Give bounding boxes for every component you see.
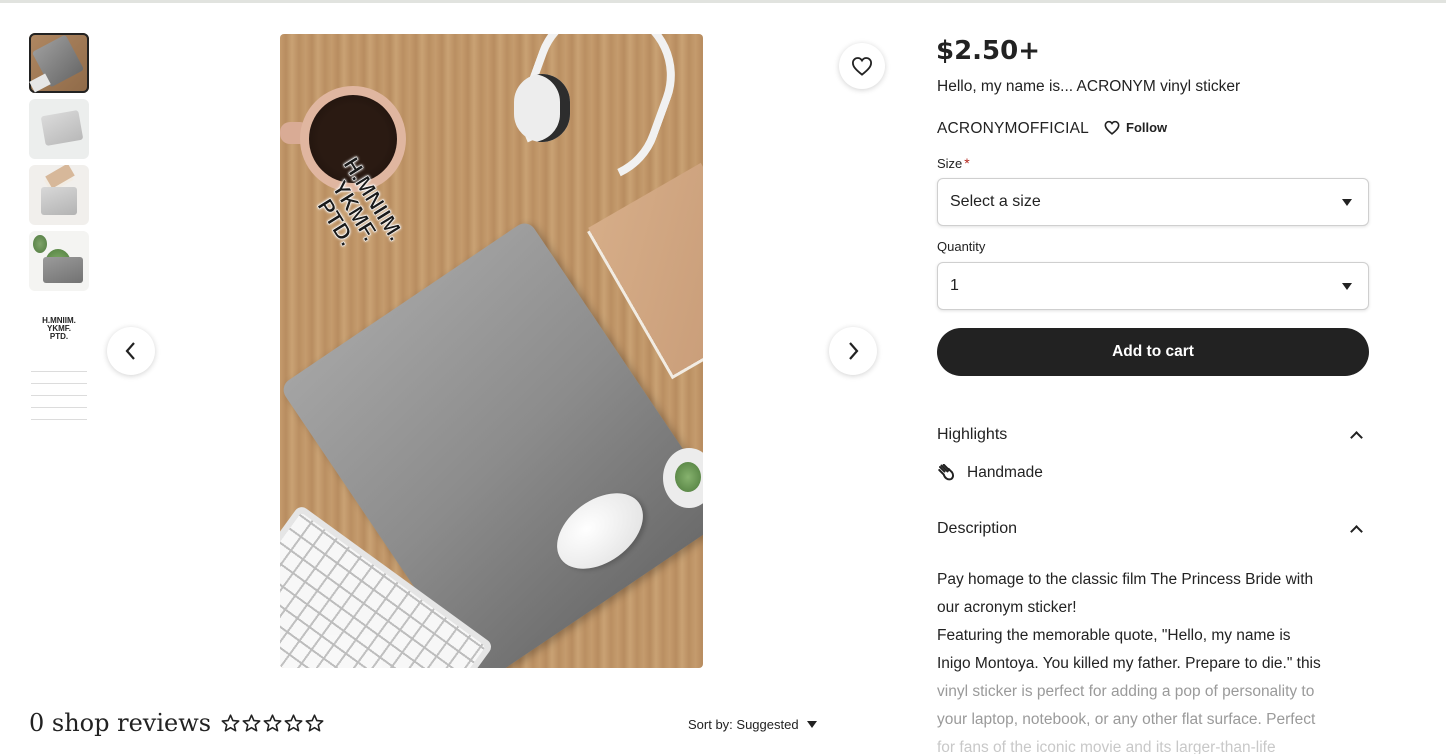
chevron-right-icon: [849, 342, 859, 360]
next-image-button[interactable]: [829, 327, 877, 375]
follow-label: Follow: [1126, 120, 1168, 135]
heart-icon: [851, 57, 873, 76]
description-line: our acronym sticker!: [937, 599, 1077, 616]
thumbnail-4[interactable]: [29, 231, 89, 291]
description-heading: Description: [937, 520, 1018, 537]
required-marker: *: [964, 155, 970, 171]
thumbnail-1[interactable]: [29, 33, 89, 93]
description-line: Featuring the memorable quote, "Hello, m…: [937, 627, 1291, 644]
add-to-cart-button[interactable]: Add to cart: [937, 328, 1369, 376]
top-divider: [0, 0, 1446, 3]
description-line: vinyl sticker is perfect for adding a po…: [937, 683, 1315, 700]
star-icon: [305, 714, 324, 732]
chevron-up-icon: [1350, 431, 1363, 444]
heart-icon: [1104, 120, 1120, 135]
favorite-button[interactable]: [839, 43, 885, 89]
star-icon: [263, 714, 282, 732]
highlight-item-handmade: Handmade: [937, 464, 1043, 482]
quantity-select-value: 1: [950, 277, 959, 294]
highlights-toggle[interactable]: Highlights: [937, 426, 1369, 444]
quantity-label: Quantity: [937, 239, 986, 254]
thumbnail-5[interactable]: H.MNIIM. YKMF. PTD.: [29, 297, 89, 357]
size-select[interactable]: Select a size: [937, 178, 1369, 226]
reviews-title: 0 shop reviews: [29, 709, 212, 737]
product-price: $2.50+: [936, 36, 1041, 66]
description-text: Pay homage to the classic film The Princ…: [937, 566, 1377, 754]
description-line: Inigo Montoya. You killed my father. Pre…: [937, 655, 1321, 672]
caret-down-icon: [1342, 199, 1352, 206]
size-select-value: Select a size: [950, 193, 1041, 210]
description-line: Pay homage to the classic film The Princ…: [937, 571, 1314, 588]
star-icon: [284, 714, 303, 732]
hand-icon: [938, 464, 955, 481]
previous-image-button[interactable]: [107, 327, 155, 375]
highlights-heading: Highlights: [937, 426, 1008, 443]
star-icon: [221, 714, 240, 732]
product-title: Hello, my name is... ACRONYM vinyl stick…: [937, 78, 1241, 95]
chevron-left-icon: [125, 342, 135, 360]
description-toggle[interactable]: Description: [937, 520, 1369, 538]
star-icon: [242, 714, 261, 732]
description-line: your laptop, notebook, or any other flat…: [937, 711, 1316, 728]
sort-dropdown[interactable]: Sort by: Suggested: [688, 717, 817, 732]
thumbnail-2[interactable]: [29, 99, 89, 159]
shop-name-link[interactable]: ACRONYMOFFICIAL: [937, 120, 1089, 138]
follow-shop-button[interactable]: Follow: [1104, 120, 1167, 135]
caret-down-icon: [806, 721, 817, 728]
handmade-label: Handmade: [967, 464, 1043, 481]
thumbnail-3[interactable]: [29, 165, 89, 225]
sort-label: Sort by: Suggested: [688, 717, 799, 732]
quantity-select[interactable]: 1: [937, 262, 1369, 310]
thumbnail-sticker-text: H.MNIIM. YKMF. PTD.: [42, 316, 76, 341]
description-line: for fans of the iconic movie and its lar…: [937, 739, 1276, 754]
shop-reviews-header: 0 shop reviews: [29, 709, 324, 737]
size-label: Size *: [937, 155, 970, 171]
chevron-up-icon: [1350, 525, 1363, 538]
caret-down-icon: [1342, 283, 1352, 290]
main-product-image: H.MNIIM. YKMF. PTD.: [280, 34, 703, 668]
rating-stars: [221, 714, 324, 732]
thumbnail-6[interactable]: [29, 363, 89, 423]
